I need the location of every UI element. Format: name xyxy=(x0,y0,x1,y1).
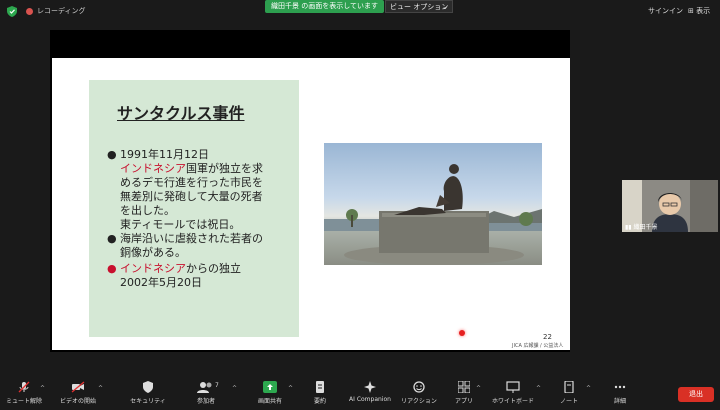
mute-button[interactable]: ミュート解除 xyxy=(6,381,42,405)
statue-illustration xyxy=(324,164,542,265)
bullet-line: 無差別に発砲して大量の死者 xyxy=(120,190,263,203)
bullet-dot: ● xyxy=(107,148,117,161)
view-options-button[interactable]: ビュー オプション ⌄ xyxy=(385,0,453,13)
whiteboard-button[interactable]: ホワイトボード xyxy=(492,381,534,405)
apps-button[interactable]: アプリ xyxy=(450,381,478,405)
share-screen-icon xyxy=(263,381,277,393)
share-options-chevron[interactable]: ^ xyxy=(288,385,293,392)
bullet-line: 東ティモールでは祝日。 xyxy=(120,218,241,231)
presentation-slide: サンタクルス事件 ● 1991年11月12日 インドネシア国軍が独立を求 めるデ… xyxy=(52,58,570,350)
start-video-button[interactable]: ビデオの開始 xyxy=(56,381,100,405)
bullet-line: インドネシアからの独立 xyxy=(120,262,241,275)
bullet-dot: ● xyxy=(107,232,117,245)
participant-name-label: ▮▮ 織田千景 xyxy=(625,224,658,231)
slide-text-panel: サンタクルス事件 ● 1991年11月12日 インドネシア国軍が独立を求 めるデ… xyxy=(89,80,299,337)
recording-label: レコーディング xyxy=(37,7,86,15)
bullet-line: 銅像がある。 xyxy=(120,246,186,259)
summary-icon xyxy=(316,381,324,393)
display-label: 表示 xyxy=(696,7,711,15)
notes-options-chevron[interactable]: ^ xyxy=(586,385,591,392)
video-off-icon xyxy=(71,381,85,393)
laser-pointer xyxy=(459,330,465,336)
participants-options-chevron[interactable]: ^ xyxy=(232,385,237,392)
signin-button[interactable]: サインイン xyxy=(648,6,683,16)
shield-icon xyxy=(143,381,153,393)
reaction-icon xyxy=(413,381,425,393)
summary-button[interactable]: 要約 xyxy=(305,381,335,405)
apps-icon xyxy=(458,381,470,393)
notes-button[interactable]: ノート xyxy=(556,381,582,405)
ai-companion-button[interactable]: AI Companion xyxy=(344,381,396,403)
security-button[interactable]: セキュリティ xyxy=(126,381,170,405)
slide-credit: JICA 広報課 / 公益法人 xyxy=(512,343,564,349)
statue-photo xyxy=(324,143,542,265)
mute-options-chevron[interactable]: ^ xyxy=(40,385,45,392)
chevron-down-icon: ⌄ xyxy=(442,3,448,11)
signal-icon: ▮▮ xyxy=(625,224,632,231)
notes-icon xyxy=(564,381,574,393)
leave-button[interactable]: 退出 xyxy=(678,387,714,402)
recording-icon xyxy=(26,8,33,15)
emphasis-text: インドネシア xyxy=(120,262,186,275)
bullet-line: 1991年11月12日 xyxy=(120,148,209,161)
slide-title: サンタクルス事件 xyxy=(117,104,245,123)
more-icon xyxy=(614,385,626,389)
display-button[interactable]: ⊞ 表示 xyxy=(688,6,710,16)
emphasis-text: インドネシア xyxy=(120,162,186,175)
bullet-line: 海岸沿いに虐殺された若者の xyxy=(120,232,263,245)
more-button[interactable]: 詳細 xyxy=(608,381,632,405)
ai-companion-icon xyxy=(364,381,376,393)
security-shield-icon[interactable] xyxy=(7,6,17,17)
reactions-button[interactable]: リアクション xyxy=(400,381,438,405)
screen-share-banner: 織田千景 の画面を表示しています xyxy=(265,0,385,13)
bullet-line: 2002年5月20日 xyxy=(120,276,202,289)
whiteboard-icon xyxy=(506,381,520,393)
participants-icon xyxy=(197,382,212,393)
participants-button[interactable]: 参加者 xyxy=(186,381,226,405)
view-options-label: ビュー オプション xyxy=(390,3,449,11)
bullet-line: インドネシア国軍が独立を求 xyxy=(120,162,263,175)
slide-page-number: 22 xyxy=(543,333,552,341)
bullet-line: を出した。 xyxy=(120,204,175,217)
bullet-line: めるデモ行進を行った市民を xyxy=(120,176,263,189)
whiteboard-options-chevron[interactable]: ^ xyxy=(536,385,541,392)
participant-count: 7 xyxy=(215,382,219,389)
apps-options-chevron[interactable]: ^ xyxy=(476,385,481,392)
bullet-dot: ● xyxy=(107,262,117,275)
video-options-chevron[interactable]: ^ xyxy=(98,385,103,392)
share-screen-button[interactable]: 画面共有 xyxy=(250,381,290,405)
mic-muted-icon xyxy=(18,381,30,393)
